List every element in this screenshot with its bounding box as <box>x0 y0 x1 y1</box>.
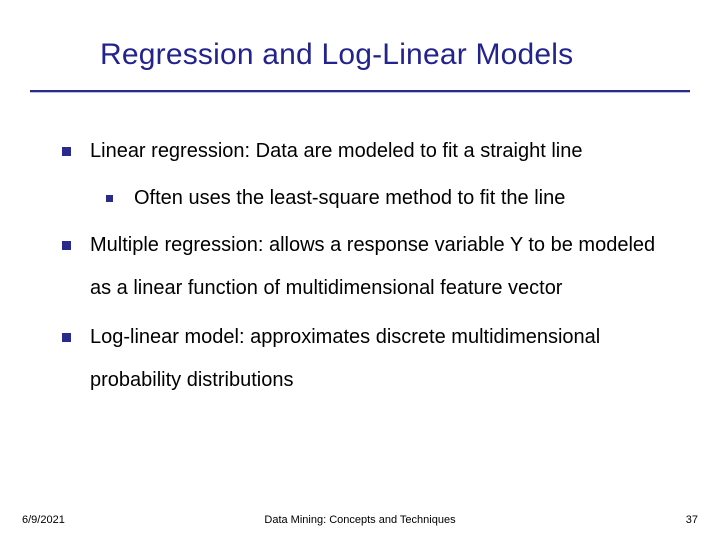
bullet-text: Multiple regression: allows a response v… <box>90 234 655 299</box>
bullet-text: Log-linear model: approximates discrete … <box>90 326 600 391</box>
title-underline <box>30 90 690 93</box>
bullet-level2: Often uses the least-square method to fi… <box>106 177 670 220</box>
slide-body: Linear regression: Data are modeled to f… <box>62 130 670 408</box>
slide: Regression and Log-Linear Models Linear … <box>0 0 720 540</box>
bullet-text: Linear regression: Data are modeled to f… <box>90 140 583 162</box>
bullet-text: Often uses the least-square method to fi… <box>134 187 565 209</box>
footer-center: Data Mining: Concepts and Techniques <box>0 514 720 526</box>
bullet-level1: Linear regression: Data are modeled to f… <box>62 130 670 173</box>
slide-title: Regression and Log-Linear Models <box>100 38 690 72</box>
bullet-level1: Log-linear model: approximates discrete … <box>62 316 670 402</box>
footer-page-number: 37 <box>686 514 698 526</box>
bullet-level1: Multiple regression: allows a response v… <box>62 224 670 310</box>
